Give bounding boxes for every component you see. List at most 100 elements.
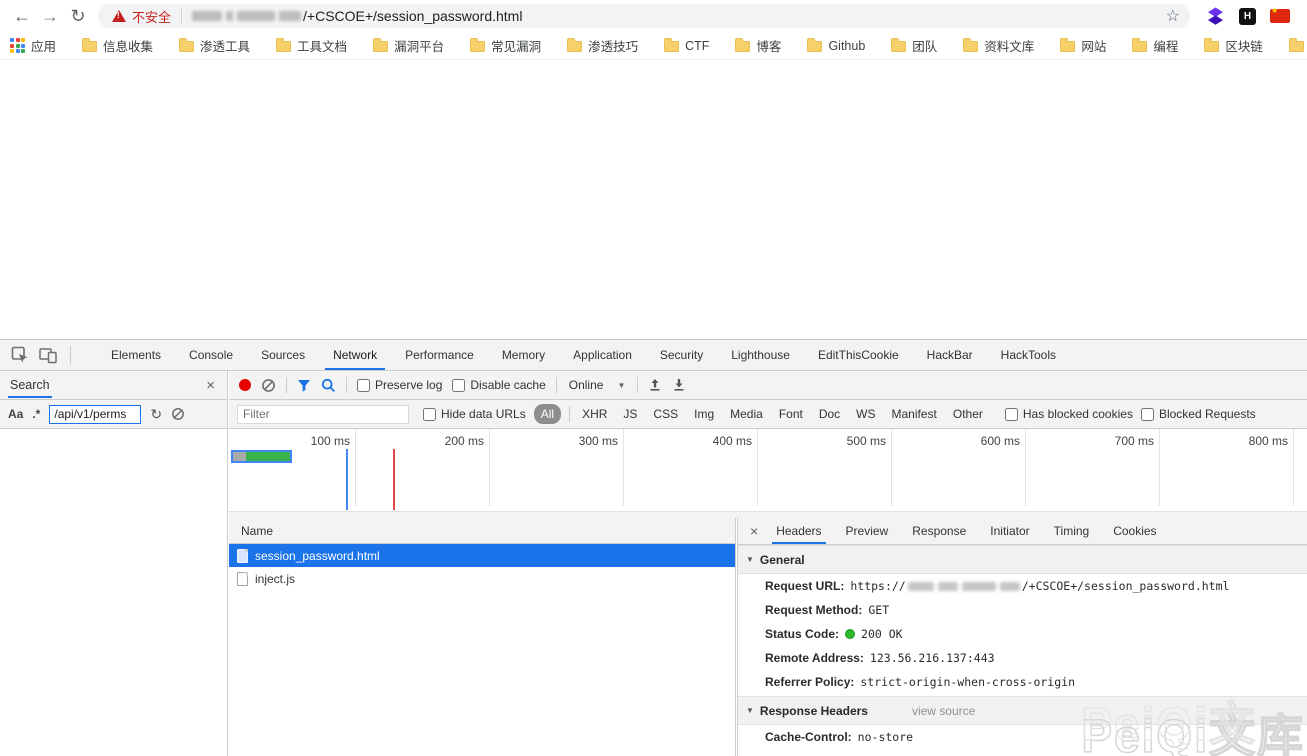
close-search-icon[interactable]: × <box>202 377 219 394</box>
proxy-flag-extension-icon[interactable] <box>1270 9 1290 23</box>
table-row[interactable]: inject.js <box>229 567 735 590</box>
bookmark-folder[interactable]: 资料文库 <box>963 36 1034 55</box>
forward-icon[interactable]: → <box>36 2 64 30</box>
bookmark-folder[interactable]: Github <box>807 39 865 53</box>
bookmark-apps[interactable]: 应用 <box>10 36 56 55</box>
filter-type-xhr[interactable]: XHR <box>578 407 611 421</box>
network-overview-timeline[interactable]: 100 ms 200 ms 300 ms 400 ms 500 ms 600 m… <box>229 429 1307 518</box>
bookmark-folder[interactable]: 编程 <box>1132 36 1178 55</box>
tab-elements[interactable]: Elements <box>97 340 175 370</box>
url-text[interactable]: /+CSCOE+/session_password.html <box>190 8 522 24</box>
regex-button[interactable]: .* <box>32 407 40 421</box>
tab-headers[interactable]: Headers <box>764 518 833 544</box>
folder-icon <box>807 41 822 52</box>
filter-input[interactable] <box>237 405 409 424</box>
export-har-icon[interactable] <box>672 378 686 392</box>
tab-hackbar[interactable]: HackBar <box>913 340 987 370</box>
reload-icon[interactable]: ↻ <box>64 2 92 30</box>
disable-cache-checkbox[interactable] <box>452 379 465 392</box>
tab-console[interactable]: Console <box>175 340 247 370</box>
search-requests-icon[interactable] <box>321 378 336 393</box>
tab-preview[interactable]: Preview <box>834 518 901 544</box>
device-toolbar-icon[interactable] <box>34 343 62 367</box>
filter-type-other[interactable]: Other <box>949 407 987 421</box>
filter-type-media[interactable]: Media <box>726 407 767 421</box>
bookmark-folder[interactable]: 常见漏洞 <box>470 36 541 55</box>
bookmark-folder[interactable]: 信息收集 <box>82 36 153 55</box>
bookmark-folder[interactable]: 渗透工具 <box>179 36 250 55</box>
request-method-value: GET <box>868 603 889 617</box>
filter-type-js[interactable]: JS <box>619 407 641 421</box>
clear-search-icon[interactable] <box>171 407 185 421</box>
bookmark-folder[interactable]: 区块链 <box>1204 36 1263 55</box>
filter-toggle-icon[interactable] <box>297 379 311 392</box>
bookmark-folder[interactable]: 团队 <box>891 36 937 55</box>
filter-type-img[interactable]: Img <box>690 407 718 421</box>
security-label[interactable]: 不安全 <box>132 7 171 26</box>
search-input[interactable] <box>49 405 141 424</box>
folder-icon <box>1060 41 1075 52</box>
clear-requests-icon[interactable] <box>261 378 276 393</box>
tab-hacktools[interactable]: HackTools <box>987 340 1070 370</box>
tab-initiator[interactable]: Initiator <box>978 518 1041 544</box>
hide-data-urls-checkbox[interactable] <box>423 408 436 421</box>
request-url-masked <box>962 582 996 591</box>
security-warning-icon[interactable] <box>112 10 126 22</box>
bookmark-folder[interactable]: CTF <box>664 39 709 53</box>
filter-type-all[interactable]: All <box>534 404 561 424</box>
search-panel-title[interactable]: Search <box>8 373 52 398</box>
tab-editthiscookie[interactable]: EditThisCookie <box>804 340 913 370</box>
tab-lighthouse[interactable]: Lighthouse <box>717 340 804 370</box>
filter-type-manifest[interactable]: Manifest <box>888 407 941 421</box>
tab-memory[interactable]: Memory <box>488 340 559 370</box>
preserve-log-checkbox[interactable] <box>357 379 370 392</box>
tab-performance[interactable]: Performance <box>391 340 488 370</box>
bookmark-star-icon[interactable]: ☆ <box>1166 6 1180 26</box>
tab-security[interactable]: Security <box>646 340 717 370</box>
hide-data-urls-option[interactable]: Hide data URLs <box>423 407 526 421</box>
general-section-header[interactable]: ▼ General <box>738 545 1307 574</box>
tab-application[interactable]: Application <box>559 340 646 370</box>
tab-network[interactable]: Network <box>319 340 391 370</box>
timeline-tick: 800 ms <box>1160 429 1294 506</box>
filter-type-css[interactable]: CSS <box>649 407 682 421</box>
bookmark-folder[interactable]: 漏洞平台 <box>373 36 444 55</box>
bookmark-folder[interactable]: 渗透技巧 <box>567 36 638 55</box>
throttling-dropdown[interactable]: Online ▼ <box>567 378 628 392</box>
back-icon[interactable]: ← <box>8 2 36 30</box>
table-row[interactable]: session_password.html <box>229 544 735 567</box>
folder-icon <box>179 41 194 52</box>
bookmark-folder[interactable]: 博客 <box>735 36 781 55</box>
import-har-icon[interactable] <box>648 378 662 392</box>
filter-type-doc[interactable]: Doc <box>815 407 844 421</box>
tab-cookies[interactable]: Cookies <box>1101 518 1168 544</box>
tab-timing[interactable]: Timing <box>1042 518 1102 544</box>
address-bar[interactable]: 不安全 /+CSCOE+/session_password.html ☆ <box>98 4 1190 28</box>
filter-type-ws[interactable]: WS <box>852 407 879 421</box>
refresh-search-icon[interactable]: ↻ <box>150 406 162 423</box>
folder-icon <box>735 41 750 52</box>
blocked-requests-option[interactable]: Blocked Requests <box>1141 407 1256 421</box>
blocked-requests-checkbox[interactable] <box>1141 408 1154 421</box>
view-source-link[interactable]: view source <box>912 704 975 718</box>
filter-type-font[interactable]: Font <box>775 407 807 421</box>
purple-extension-icon[interactable] <box>1206 7 1225 26</box>
bookmark-folder[interactable]: 临时 <box>1289 36 1307 55</box>
tab-response[interactable]: Response <box>900 518 978 544</box>
remote-address-label: Remote Address: <box>765 651 864 665</box>
close-details-icon[interactable]: × <box>744 523 764 539</box>
bookmark-folder[interactable]: 工具文档 <box>276 36 347 55</box>
has-blocked-cookies-checkbox[interactable] <box>1005 408 1018 421</box>
preserve-log-option[interactable]: Preserve log <box>357 378 442 392</box>
has-blocked-cookies-option[interactable]: Has blocked cookies <box>1005 407 1133 421</box>
tab-sources[interactable]: Sources <box>247 340 319 370</box>
status-green-dot-icon <box>845 629 855 639</box>
inspect-element-icon[interactable] <box>6 343 34 367</box>
bookmark-folder[interactable]: 网站 <box>1060 36 1106 55</box>
hackbar-extension-icon[interactable]: H <box>1239 8 1256 25</box>
record-icon[interactable] <box>239 379 251 391</box>
match-case-button[interactable]: Aa <box>8 407 23 421</box>
name-column-header[interactable]: Name <box>229 518 735 544</box>
disable-cache-option[interactable]: Disable cache <box>452 378 545 392</box>
response-headers-section-header[interactable]: ▼ Response Headers view source <box>738 696 1307 725</box>
